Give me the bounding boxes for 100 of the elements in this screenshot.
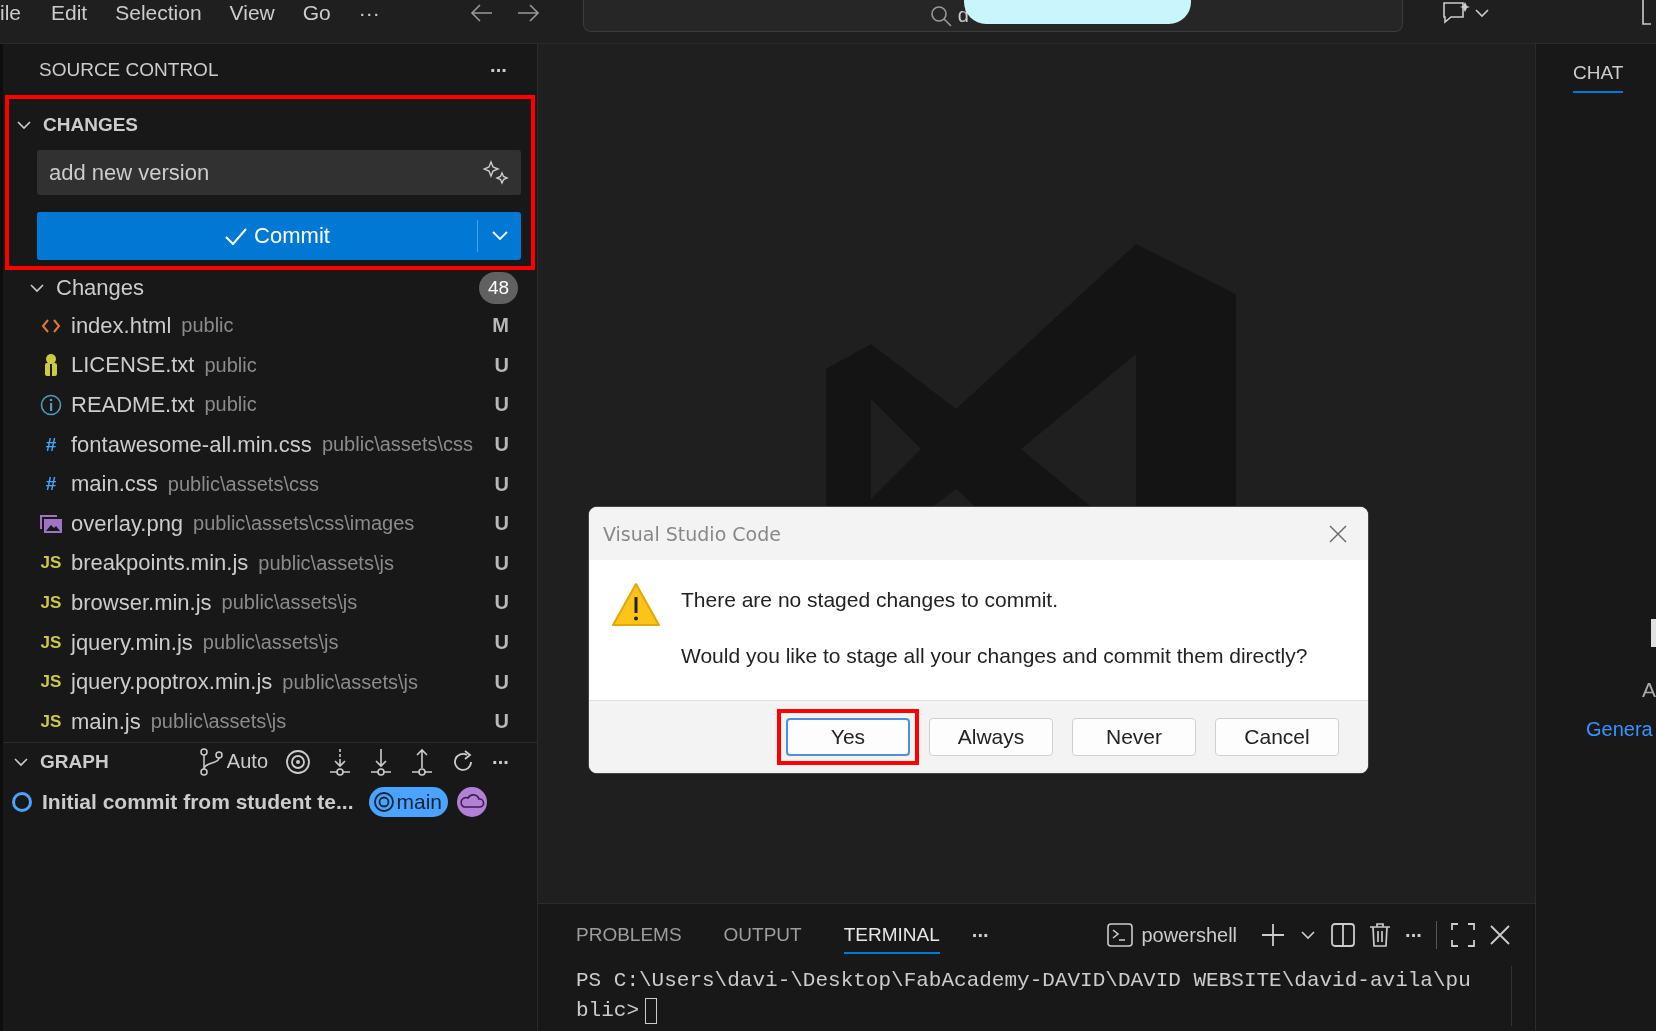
js-icon: JS <box>40 711 62 732</box>
status-letter: U <box>494 393 509 417</box>
status-letter: U <box>494 353 509 377</box>
status-letter: U <box>494 512 509 536</box>
menu-item[interactable]: ile <box>0 1 21 25</box>
file-path: public\assets\js <box>221 591 358 615</box>
file-name: breakpoints.min.js <box>71 550 249 577</box>
file-path: public <box>181 314 234 338</box>
menu-item[interactable]: ··· <box>358 1 380 25</box>
commit-message[interactable]: Initial commit from student te... <box>42 789 354 814</box>
menu-item[interactable]: Edit <box>51 1 88 25</box>
file-path: public <box>204 353 257 377</box>
js-icon: JS <box>40 592 62 613</box>
file-path: public\assets\js <box>150 710 287 734</box>
file-path: public\assets\css <box>321 433 474 457</box>
cloud-icon <box>455 786 490 817</box>
target-icon[interactable] <box>285 748 311 775</box>
info-icon <box>40 394 62 416</box>
close-icon[interactable] <box>1328 523 1348 544</box>
js-icon: JS <box>40 553 62 574</box>
split-icon[interactable] <box>1331 923 1355 947</box>
partial-icon <box>1651 619 1656 647</box>
refresh-icon[interactable] <box>451 749 475 774</box>
file-name: overlay.png <box>71 510 184 537</box>
menu-item[interactable]: Go <box>302 1 331 25</box>
chat-text: A <box>1642 678 1656 702</box>
branch-icon <box>198 747 225 776</box>
plus-icon[interactable] <box>1261 923 1285 947</box>
section-title[interactable]: GRAPH <box>40 750 109 773</box>
group-label[interactable]: Changes <box>56 275 145 301</box>
warning-icon <box>611 582 661 628</box>
status-letter: U <box>494 670 509 694</box>
chat-link[interactable]: Genera <box>1586 718 1653 741</box>
status-letter: U <box>494 433 509 457</box>
file-name: fontawesome-all.min.css <box>71 431 312 458</box>
menu-item[interactable]: View <box>229 1 275 25</box>
commit-message-field[interactable]: add new version <box>37 150 521 195</box>
file-name: browser.min.js <box>71 589 212 616</box>
image-icon <box>39 512 63 535</box>
dialog-question: Would you like to stage all your changes and commit them directly? <box>681 644 1308 668</box>
status-letter: U <box>494 591 509 615</box>
maximize-icon[interactable] <box>1451 923 1475 947</box>
branch-filter-button[interactable]: Auto <box>198 747 268 776</box>
chat-bubble-icon[interactable] <box>1440 0 1471 26</box>
push-icon[interactable] <box>410 747 434 776</box>
commit-node-icon <box>11 790 33 813</box>
dialog-message: There are no staged changes to commit. <box>681 588 1060 612</box>
target-icon <box>372 790 395 813</box>
file-path: public\assets\js <box>202 631 339 655</box>
file-path: public\assets\css <box>167 472 319 496</box>
status-letter: U <box>494 631 509 655</box>
file-path: public <box>204 393 257 417</box>
status-letter: M <box>492 314 509 338</box>
fetch-icon[interactable] <box>328 747 352 776</box>
more-button[interactable]: ··· <box>492 751 509 772</box>
file-path: public\assets\css\images <box>193 512 415 536</box>
file-path: public\assets\js <box>282 670 418 694</box>
terminal-icon <box>1107 923 1134 947</box>
file-name: index.html <box>71 312 172 339</box>
file-name: jquery.min.js <box>71 629 193 656</box>
terminal-line: PS C:\Users\davi-\Desktop\FabAcademy-DAVID\DAVID WEBSITE\david-avila\pu <box>576 968 1471 994</box>
panel-tab[interactable]: CHAT <box>1573 62 1624 93</box>
trash-icon[interactable] <box>1369 923 1391 947</box>
menu-item[interactable]: Selection <box>115 1 202 25</box>
file-name: main.css <box>71 471 158 498</box>
dialog-button[interactable]: Cancel <box>1215 718 1339 756</box>
status-letter: U <box>494 551 509 575</box>
dialog-button[interactable]: Always <box>929 718 1053 756</box>
branch-badge: main <box>368 786 449 817</box>
js-icon: JS <box>40 672 62 693</box>
count-badge: 48 <box>479 272 518 304</box>
status-letter: U <box>494 710 509 734</box>
panel-tab[interactable]: OUTPUT <box>723 916 802 954</box>
file-name: main.js <box>71 708 141 735</box>
hash-icon: # <box>45 474 57 495</box>
file-path: public\assets\js <box>258 551 394 575</box>
terminal-line: blic> <box>576 998 639 1024</box>
text-cursor <box>645 998 657 1024</box>
file-name: README.txt <box>71 392 195 418</box>
panel-tab[interactable]: TERMINAL <box>843 916 940 954</box>
more-button[interactable]: ··· <box>971 925 989 945</box>
dialog-button[interactable]: Never <box>1072 718 1196 756</box>
more-button[interactable]: ··· <box>1405 925 1422 945</box>
dialog-button[interactable]: Yes <box>786 718 910 756</box>
section-title[interactable]: CHANGES <box>43 113 138 136</box>
file-name: jquery.poptrox.min.js <box>71 669 273 696</box>
status-letter: U <box>494 472 509 496</box>
pull-icon[interactable] <box>369 747 393 776</box>
sparkle-icon[interactable] <box>483 159 509 186</box>
file-name: LICENSE.txt <box>71 352 195 379</box>
hash-icon: # <box>45 434 57 455</box>
js-icon: JS <box>40 632 62 653</box>
panel-tab[interactable]: PROBLEMS <box>576 916 682 954</box>
search-icon <box>929 4 952 27</box>
terminal-select-button[interactable]: powershell <box>1107 923 1237 947</box>
forward-icon[interactable] <box>515 2 542 24</box>
view-title: SOURCE CONTROL <box>39 58 219 81</box>
more-button[interactable]: ··· <box>490 59 507 80</box>
dialog-title: Visual Studio Code <box>603 522 781 545</box>
check-icon <box>224 226 249 246</box>
